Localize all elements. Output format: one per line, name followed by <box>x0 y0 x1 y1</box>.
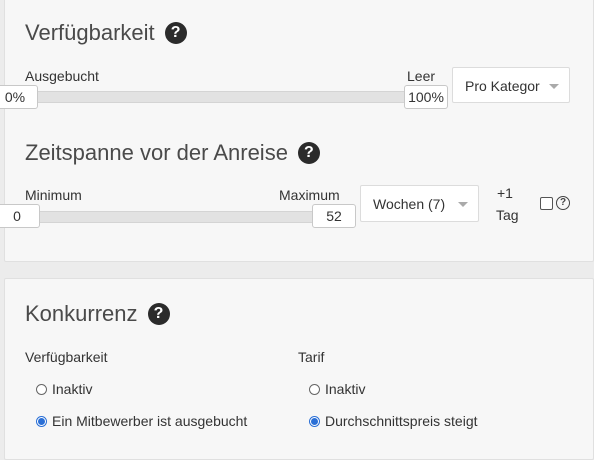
lead-time-min-handle[interactable]: 0 <box>0 204 40 228</box>
plus-one-label: +1 <box>497 185 513 201</box>
competition-heading: Konkurrenz ? <box>25 301 170 327</box>
lead-time-unit-select[interactable]: Wochen (7) <box>360 185 479 222</box>
availability-category-select[interactable]: Pro Kategor <box>452 67 570 103</box>
lead-time-select-value: Wochen (7) <box>373 196 446 212</box>
radio-label: Durchschnittspreis steigt <box>325 413 478 429</box>
availability-min-label: Ausgebucht <box>25 68 99 84</box>
availability-select-value: Pro Kategor <box>465 78 540 94</box>
lead-time-min-label: Minimum <box>25 187 82 203</box>
lead-time-slider-track[interactable] <box>8 211 336 223</box>
radio-label: Inaktiv <box>325 381 366 397</box>
plus-one-day-checkbox[interactable] <box>540 197 553 210</box>
availability-radio-inactive[interactable]: Inaktiv <box>36 381 92 397</box>
competition-availability-label: Verfügbarkeit <box>25 349 108 365</box>
lead-time-heading: Zeitspanne vor der Anreise ? <box>25 140 320 166</box>
availability-title: Verfügbarkeit <box>25 20 155 45</box>
chevron-down-icon <box>549 84 559 89</box>
lead-time-max-label: Maximum <box>279 187 340 203</box>
competition-title: Konkurrenz <box>25 301 138 326</box>
tariff-radio-average-rises[interactable]: Durchschnittspreis steigt <box>309 413 478 429</box>
radio-button[interactable] <box>309 383 320 395</box>
competition-tariff-label: Tarif <box>298 349 325 365</box>
availability-min-handle[interactable]: 0% <box>0 85 38 109</box>
availability-heading: Verfügbarkeit ? <box>25 20 187 46</box>
radio-button-checked[interactable] <box>309 415 320 427</box>
availability-radio-competitor-booked[interactable]: Ein Mitbewerber ist ausgebucht <box>36 413 247 429</box>
chevron-down-icon <box>458 202 468 207</box>
small-help-icon[interactable]: ? <box>556 196 570 210</box>
availability-max-handle[interactable]: 100% <box>404 85 448 109</box>
radio-label: Inaktiv <box>52 381 93 397</box>
radio-label: Ein Mitbewerber ist ausgebucht <box>52 413 248 429</box>
day-label: Tag <box>496 207 519 223</box>
tariff-radio-inactive[interactable]: Inaktiv <box>309 381 365 397</box>
lead-time-max-handle[interactable]: 52 <box>312 204 356 228</box>
radio-button[interactable] <box>36 383 47 395</box>
lead-time-title: Zeitspanne vor der Anreise <box>25 140 288 165</box>
help-icon[interactable]: ? <box>297 142 320 164</box>
availability-max-label: Leer <box>407 68 436 84</box>
help-icon[interactable]: ? <box>147 303 170 325</box>
help-icon[interactable]: ? <box>164 22 187 44</box>
radio-button-checked[interactable] <box>36 415 47 427</box>
availability-slider-track[interactable] <box>8 91 430 103</box>
